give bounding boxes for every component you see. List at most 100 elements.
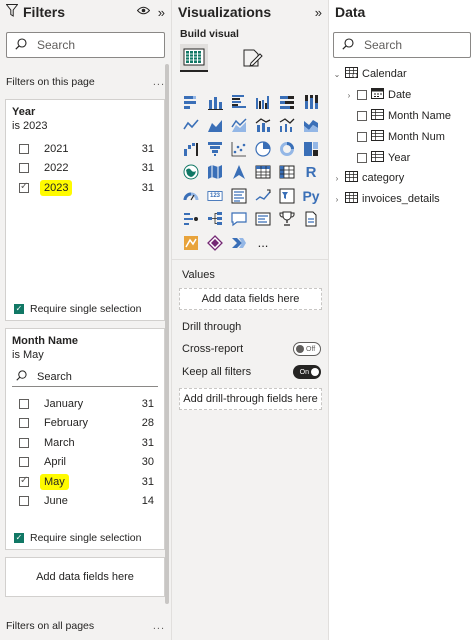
checkbox[interactable] [19, 143, 29, 154]
cross-report-toggle[interactable]: Off [293, 342, 321, 356]
year-option-2022[interactable]: 2022 31 [6, 159, 164, 179]
year-filter-card[interactable]: Year is 2023 2021 31 2022 31 2023 31 [5, 99, 165, 321]
checkbox[interactable] [19, 398, 29, 409]
year-option-2023[interactable]: 2023 31 [6, 178, 164, 198]
power-apps-icon[interactable] [203, 231, 227, 254]
treemap-icon[interactable] [299, 137, 323, 160]
month-option-april[interactable]: April 30 [6, 453, 164, 473]
values-dropzone[interactable]: Add data fields here [179, 288, 322, 310]
stacked-bar-chart-icon[interactable] [179, 90, 203, 113]
chevron-down-icon[interactable]: ⌄ [333, 70, 341, 79]
filters-search-placeholder: Search [37, 38, 76, 52]
100-stacked-column-chart-icon[interactable] [299, 90, 323, 113]
more-options-icon[interactable]: ... [153, 76, 165, 88]
kpi-visual-icon[interactable] [251, 184, 275, 207]
keep-all-filters-toggle[interactable]: On [293, 365, 321, 379]
field-checkbox[interactable] [357, 152, 367, 163]
drill-through-dropzone[interactable]: Add drill-through fields here [179, 388, 322, 410]
filled-map-icon[interactable] [203, 161, 227, 184]
arcgis-maps-icon[interactable] [179, 231, 203, 254]
funnel-chart-icon[interactable] [203, 137, 227, 160]
checkbox[interactable] [19, 418, 29, 429]
smart-narrative-icon[interactable] [251, 208, 275, 231]
r-script-visual-icon[interactable]: R [299, 161, 323, 184]
more-options-icon[interactable]: ... [153, 620, 165, 632]
line-and-stacked-column-chart-icon[interactable] [251, 114, 275, 137]
collapse-chevrons-icon[interactable]: » [315, 5, 322, 20]
data-search-box[interactable]: Search [333, 32, 471, 58]
field-checkbox[interactable] [357, 90, 367, 101]
tree-node-category[interactable]: › category [333, 168, 451, 189]
month-option-june[interactable]: June 14 [6, 492, 164, 512]
checkbox-checked[interactable] [19, 181, 29, 193]
chevron-right-icon[interactable]: › [333, 174, 341, 183]
tree-node-year[interactable]: Year [333, 147, 451, 168]
field-checkbox[interactable] [357, 131, 367, 142]
build-visual-tab-icon[interactable] [180, 44, 208, 72]
paginated-report-icon[interactable] [299, 208, 323, 231]
card-visual-icon[interactable]: 123 [203, 184, 227, 207]
checkbox[interactable] [19, 437, 29, 448]
checkbox-checked[interactable] [19, 475, 29, 487]
stacked-column-chart-icon[interactable] [203, 90, 227, 113]
build-visual-label: Build visual [180, 28, 239, 40]
tree-node-month-name[interactable]: Month Name [333, 106, 451, 127]
filters-search-box[interactable]: Search [6, 32, 165, 58]
month-option-march[interactable]: March 31 [6, 433, 164, 453]
tree-node-date[interactable]: › Date [333, 85, 451, 106]
checkbox-checked-icon[interactable]: ✓ [14, 533, 24, 543]
field-checkbox[interactable] [357, 110, 367, 121]
stacked-area-chart-icon[interactable] [227, 114, 251, 137]
month-option-february[interactable]: February 28 [6, 414, 164, 434]
donut-chart-icon[interactable] [275, 137, 299, 160]
clustered-bar-chart-icon[interactable] [227, 90, 251, 113]
python-visual-icon[interactable]: Py [299, 184, 323, 207]
more-visuals-icon[interactable]: ... [251, 231, 275, 254]
line-and-clustered-column-chart-icon[interactable] [275, 114, 299, 137]
power-automate-icon[interactable] [227, 231, 251, 254]
checkbox[interactable] [19, 496, 29, 507]
multi-row-card-icon[interactable] [227, 184, 251, 207]
gauge-icon[interactable] [179, 184, 203, 207]
table-visual-icon[interactable] [251, 161, 275, 184]
matrix-visual-icon[interactable] [275, 161, 299, 184]
clustered-column-chart-icon[interactable] [251, 90, 275, 113]
slicer-icon[interactable] [275, 184, 299, 207]
add-data-fields-dropzone[interactable]: Add data fields here [5, 557, 165, 597]
chevron-right-icon[interactable]: › [333, 195, 341, 204]
pie-chart-icon[interactable] [251, 137, 275, 160]
tree-node-calendar[interactable]: ⌄ Calendar [333, 64, 451, 85]
eye-icon[interactable] [136, 6, 150, 18]
filters-scrollbar[interactable] [165, 64, 169, 604]
checkbox[interactable] [19, 163, 29, 174]
tree-node-invoices-details[interactable]: › invoices_details [333, 189, 451, 210]
map-icon[interactable] [179, 161, 203, 184]
month-option-january[interactable]: January 31 [6, 394, 164, 414]
year-option-2021[interactable]: 2021 31 [6, 139, 164, 159]
collapse-chevrons-icon[interactable]: » [158, 5, 165, 20]
waterfall-chart-icon[interactable] [179, 137, 203, 160]
100-stacked-bar-chart-icon[interactable] [275, 90, 299, 113]
require-single-selection-month[interactable]: ✓ Require single selection [6, 532, 149, 544]
checkbox-checked-icon[interactable]: ✓ [14, 304, 24, 314]
line-chart-icon[interactable] [179, 114, 203, 137]
card-visual-number: 123 [209, 192, 220, 199]
tree-node-month-num[interactable]: Month Num [333, 126, 451, 147]
key-influencers-icon[interactable] [179, 208, 203, 231]
month-option-may[interactable]: May 31 [6, 472, 164, 492]
decomposition-tree-icon[interactable] [203, 208, 227, 231]
require-single-selection-year[interactable]: ✓ Require single selection [6, 303, 149, 315]
checkbox[interactable] [19, 457, 29, 468]
azure-map-icon[interactable] [227, 161, 251, 184]
format-visual-tab-icon[interactable] [238, 44, 266, 72]
scatter-chart-icon[interactable] [227, 137, 251, 160]
month-search-input[interactable]: Search [12, 367, 158, 387]
keep-all-filters-toggle-state: On [299, 368, 309, 376]
ribbon-chart-icon[interactable] [299, 114, 323, 137]
area-chart-icon[interactable] [203, 114, 227, 137]
qa-visual-icon[interactable] [227, 208, 251, 231]
metrics-trophy-icon[interactable] [275, 208, 299, 231]
month-filter-card[interactable]: Month Name is May Search January 31 Febr… [5, 328, 165, 550]
chevron-right-icon[interactable]: › [345, 91, 353, 100]
drill-through-label: Drill through [182, 321, 242, 333]
